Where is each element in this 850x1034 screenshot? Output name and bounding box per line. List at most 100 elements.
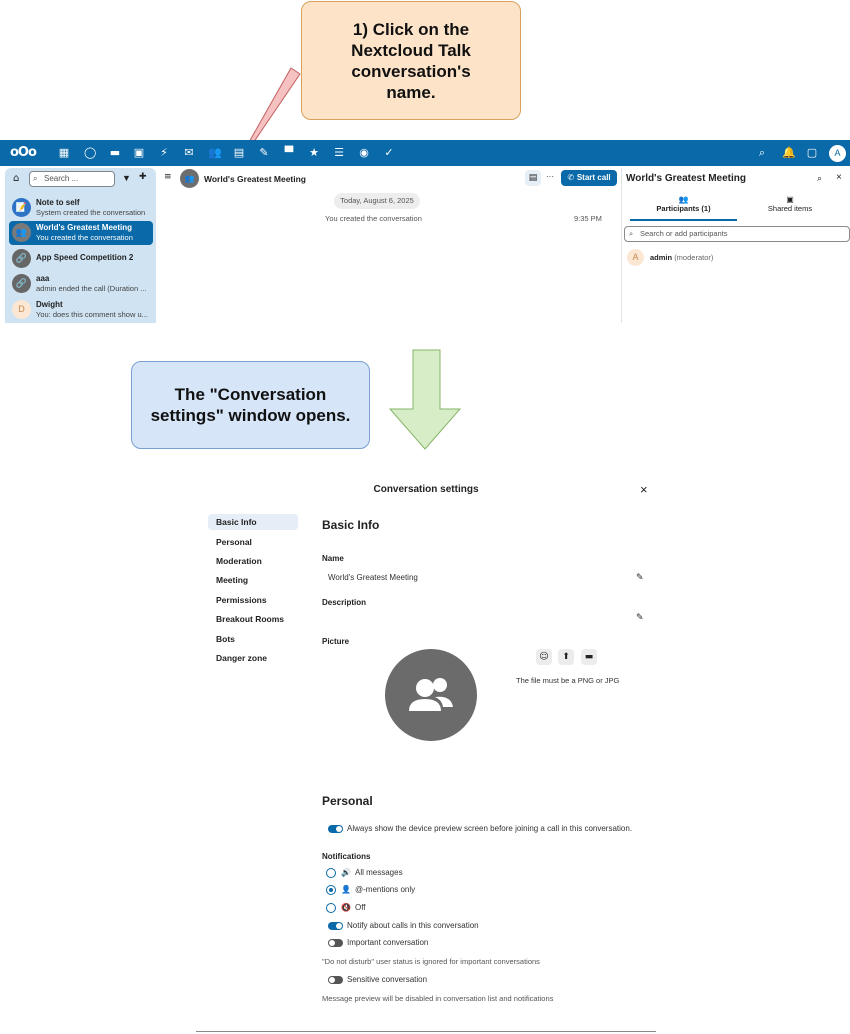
conversation-name-title[interactable]: World's Greatest Meeting	[204, 174, 306, 184]
nav-danger-zone[interactable]: Danger zone	[208, 650, 298, 666]
conversation-item[interactable]: 🔗 App Speed Competition 2	[9, 247, 153, 271]
emoji-icon[interactable]: ☺	[536, 649, 552, 665]
device-preview-toggle[interactable]	[328, 825, 343, 833]
search-icon: ⌕	[33, 174, 38, 183]
important-hint: "Do not disturb" user status is ignored …	[322, 957, 540, 966]
talk-icon[interactable]: ◯	[84, 147, 96, 159]
close-icon[interactable]: ×	[640, 482, 648, 497]
nav-breakout-rooms[interactable]: Breakout Rooms	[208, 611, 298, 627]
folder-icon[interactable]: ▬	[581, 649, 597, 665]
nav-moderation[interactable]: Moderation	[208, 553, 298, 569]
activity-icon[interactable]: ⚡	[158, 147, 170, 159]
mute-icon: 🔇	[341, 903, 351, 912]
conversation-list-panel: ⌂ ⌕ Search ... ▼ ✚ 📝 Note to self System…	[5, 168, 156, 323]
nav-permissions[interactable]: Permissions	[208, 592, 298, 608]
nextcloud-logo-icon[interactable]: oOo	[10, 146, 42, 159]
important-label: Important conversation	[347, 938, 429, 947]
sidebar-title[interactable]: World's Greatest Meeting	[626, 173, 746, 184]
shared-items-icon: ▣	[786, 195, 794, 204]
radio-all-messages[interactable]	[326, 868, 336, 878]
conversation-picture	[385, 649, 477, 741]
note-icon: 📝	[12, 198, 31, 217]
user-avatar[interactable]: A	[829, 145, 846, 162]
right-sidebar: World's Greatest Meeting ⌕ × 👥 Participa…	[621, 168, 850, 323]
edit-description-icon[interactable]: ✎	[636, 613, 644, 623]
avatar: A	[627, 249, 644, 266]
nextcloud-talk-screenshot: oOo ▦ ◯ ▬ ▣ ⚡ ✉ 👥 ▤ ✎ ▀ ★ ☰ ◉ ✓ ⌕ 🔔 ▢ A …	[0, 140, 850, 323]
search-icon[interactable]: ⌕	[756, 147, 768, 159]
tab-shared-items[interactable]: ▣ Shared items	[740, 195, 840, 221]
calendar-icon[interactable]: ▤	[233, 147, 245, 159]
sensitive-toggle[interactable]	[328, 976, 343, 984]
conversation-item[interactable]: D Dwight You: does this comment show u..…	[9, 298, 153, 322]
system-message: You created the conversation	[325, 214, 422, 223]
close-icon[interactable]: ×	[836, 172, 842, 183]
nav-basic-info[interactable]: Basic Info	[208, 514, 298, 530]
top-bar: oOo ▦ ◯ ▬ ▣ ⚡ ✉ 👥 ▤ ✎ ▀ ★ ☰ ◉ ✓ ⌕ 🔔 ▢ A	[0, 140, 850, 166]
participants-icon: 👥	[678, 195, 689, 204]
contacts-icon[interactable]: 👥	[208, 147, 222, 159]
message-time: 9:35 PM	[574, 214, 602, 223]
filter-icon[interactable]: ▼	[122, 173, 131, 183]
dashboard-icon[interactable]: ▦	[58, 147, 70, 159]
toggle-navigation-icon[interactable]: ≡	[164, 172, 172, 182]
nav-meeting[interactable]: Meeting	[208, 572, 298, 588]
avatar: D	[12, 300, 31, 319]
search-icon[interactable]: ⌕	[817, 173, 822, 184]
deck-icon[interactable]: ▀	[283, 147, 295, 159]
dialog-title: Conversation settings	[373, 484, 479, 495]
start-call-button[interactable]: ✆ Start call	[561, 170, 617, 186]
conversation-item-active[interactable]: 👥 World's Greatest Meeting You created t…	[9, 221, 153, 245]
date-separator: Today, August 6, 2025	[334, 193, 420, 209]
group-icon: 👥	[180, 169, 199, 188]
calendar-icon[interactable]: ▤	[525, 170, 541, 186]
picture-label: Picture	[322, 637, 350, 646]
conversation-search-input[interactable]: ⌕ Search ...	[29, 171, 115, 187]
conversation-item[interactable]: 🔗 aaa admin ended the call (Duration ...	[9, 272, 153, 296]
tasks-icon[interactable]: ☰	[333, 147, 345, 159]
participant-item[interactable]: admin (moderator)	[650, 253, 713, 262]
participant-search-input[interactable]: ⌕ Search or add participants	[624, 226, 850, 242]
name-value: World's Greatest Meeting	[328, 573, 418, 582]
nav-bots[interactable]: Bots	[208, 631, 298, 647]
down-arrow-icon	[388, 349, 462, 450]
radio-off[interactable]	[326, 903, 336, 913]
chat-panel: ≡ 👥 World's Greatest Meeting ▤ ··· ✆ Sta…	[160, 168, 620, 323]
photos-icon[interactable]: ▣	[133, 147, 145, 159]
more-actions-button[interactable]: ···	[546, 172, 554, 181]
name-label: Name	[322, 554, 344, 563]
device-preview-label: Always show the device preview screen be…	[347, 824, 633, 833]
search-icon: ⌕	[629, 229, 634, 238]
instruction-text: 1) Click on the Nextcloud Talk conversat…	[351, 19, 471, 102]
web-icon[interactable]: ◉	[358, 147, 370, 159]
notify-calls-toggle[interactable]	[328, 922, 343, 930]
group-icon: 👥	[12, 223, 31, 242]
home-icon[interactable]: ⌂	[13, 173, 19, 184]
notes-icon[interactable]: ✎	[258, 147, 270, 159]
instruction-callout: 1) Click on the Nextcloud Talk conversat…	[301, 1, 521, 120]
notifications-icon[interactable]: 🔔	[782, 147, 796, 159]
new-conversation-icon[interactable]: ✚	[139, 172, 147, 182]
description-label: Description	[322, 598, 367, 607]
section-heading: Basic Info	[322, 518, 380, 532]
contacts-menu-icon[interactable]: ▢	[806, 147, 818, 159]
option-mentions-only: @-mentions only	[355, 885, 416, 894]
important-toggle[interactable]	[328, 939, 343, 947]
favorites-icon[interactable]: ★	[308, 147, 320, 159]
nav-personal[interactable]: Personal	[208, 534, 298, 550]
link-icon: 🔗	[12, 274, 31, 293]
edit-name-icon[interactable]: ✎	[636, 573, 644, 583]
group-icon	[409, 678, 453, 711]
tab-participants[interactable]: 👥 Participants (1)	[630, 195, 737, 221]
upload-icon[interactable]: ⬆	[558, 649, 574, 665]
check-icon[interactable]: ✓	[383, 147, 395, 159]
picture-hint: The file must be a PNG or JPG	[516, 676, 620, 685]
volume-icon: 🔊	[341, 868, 351, 877]
files-icon[interactable]: ▬	[109, 147, 121, 159]
mail-icon[interactable]: ✉	[183, 147, 195, 159]
notifications-label: Notifications	[322, 852, 371, 861]
option-all-messages: All messages	[355, 868, 403, 877]
radio-mentions-only[interactable]	[326, 885, 336, 895]
link-icon: 🔗	[12, 249, 31, 268]
conversation-item[interactable]: 📝 Note to self System created the conver…	[9, 196, 153, 220]
